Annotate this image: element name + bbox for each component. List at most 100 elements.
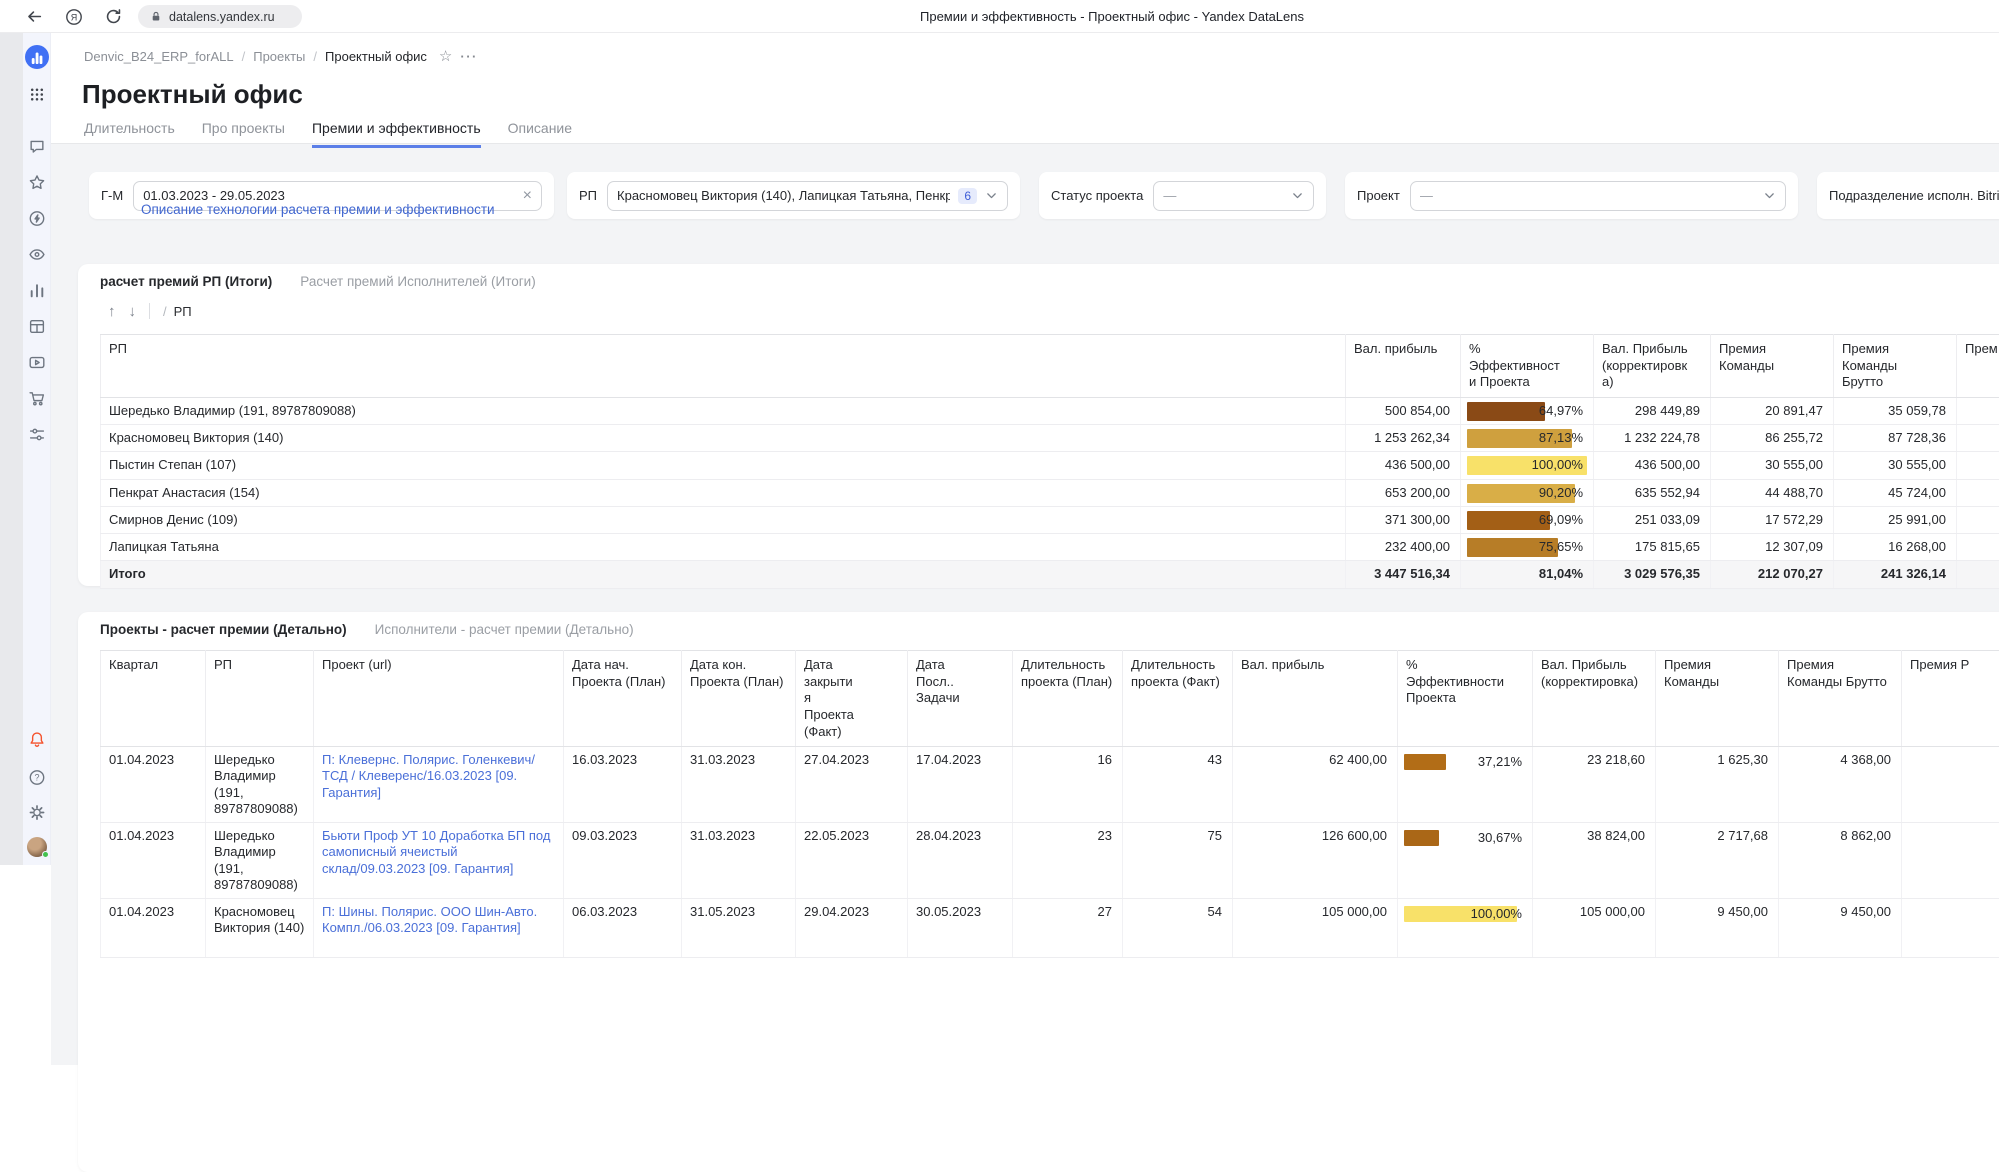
prem-brutto-cell: 45 724,00 bbox=[1834, 479, 1957, 506]
project-cell: П: Клевернс. Полярис. Голенкевич/ ТСД / … bbox=[314, 747, 564, 823]
selected-count-badge: 6 bbox=[958, 188, 977, 204]
lightning-icon[interactable] bbox=[28, 210, 45, 227]
table-icon[interactable] bbox=[28, 318, 45, 335]
detail-column-header[interactable]: Дата Посл.. Задачи bbox=[908, 651, 1013, 747]
breadcrumb-item[interactable]: Проекты bbox=[253, 49, 305, 64]
widget-tab[interactable]: Проекты - расчет премии (Детально) bbox=[100, 622, 347, 637]
window-title: Премии и эффективность - Проектный офис … bbox=[920, 9, 1304, 24]
description-link[interactable]: Описание технологии расчета премии и эфф… bbox=[141, 202, 495, 217]
corr-profit-cell: 175 815,65 bbox=[1594, 534, 1711, 561]
val-profit-cell: 653 200,00 bbox=[1346, 479, 1461, 506]
tab-Премии и эффективность[interactable]: Премии и эффективность bbox=[312, 120, 481, 148]
user-avatar[interactable] bbox=[27, 837, 47, 857]
date-closed-fact-cell: 27.04.2023 bbox=[796, 747, 908, 823]
clear-icon[interactable]: × bbox=[523, 188, 532, 204]
corr-profit-cell: 251 033,09 bbox=[1594, 506, 1711, 533]
tab-Длительность[interactable]: Длительность bbox=[84, 120, 175, 148]
summary-widget-card: расчет премий РП (Итоги) Расчет премий Ис… bbox=[78, 264, 1999, 586]
quarter-cell: 01.04.2023 bbox=[101, 747, 206, 823]
breadcrumb-item[interactable]: Denvic_B24_ERP_forALL bbox=[84, 49, 234, 64]
detail-column-header[interactable]: Проект (url) bbox=[314, 651, 564, 747]
project-link[interactable]: П: Клевернс. Полярис. Голенкевич/ ТСД / … bbox=[322, 752, 535, 800]
datalens-logo[interactable] bbox=[25, 45, 49, 69]
filter-select[interactable]: — bbox=[1153, 181, 1314, 211]
refresh-icon[interactable] bbox=[101, 0, 125, 33]
tab-Про проекты[interactable]: Про проекты bbox=[202, 120, 285, 148]
project-link[interactable]: Бьюти Проф УТ 10 Доработка БП под самопи… bbox=[322, 828, 550, 876]
duration-plan-cell: 23 bbox=[1013, 823, 1123, 899]
widget-tab[interactable]: расчет премий РП (Итоги) bbox=[100, 274, 272, 289]
apps-grid-icon[interactable] bbox=[28, 86, 45, 103]
efficiency-cell: 100,00% bbox=[1461, 452, 1594, 479]
drill-breadcrumb[interactable]: /РП bbox=[163, 304, 192, 319]
duration-plan-cell: 16 bbox=[1013, 747, 1123, 823]
widget-tab[interactable]: Расчет премий Исполнителей (Итоги) bbox=[300, 274, 535, 289]
eye-icon[interactable] bbox=[28, 246, 45, 263]
summary-column-header[interactable]: Вал. Прибыль (корректировк а) bbox=[1594, 335, 1711, 398]
rp-cell: Смирнов Денис (109) bbox=[101, 506, 1346, 533]
summary-column-header[interactable]: % Эффективност и Проекта bbox=[1461, 335, 1594, 398]
back-icon[interactable] bbox=[22, 0, 46, 33]
breadcrumb: Denvic_B24_ERP_forALL/Проекты/Проектный … bbox=[84, 47, 478, 65]
detail-column-header[interactable]: Дата закрыти я Проекта (Факт) bbox=[796, 651, 908, 747]
efficiency-value: 75,65% bbox=[1539, 539, 1583, 555]
help-icon[interactable]: ? bbox=[28, 769, 45, 786]
detail-widget-tabs: Проекты - расчет премии (Детально) Исполн… bbox=[100, 622, 634, 637]
tab-Описание[interactable]: Описание bbox=[508, 120, 572, 148]
filter-label: Г-М bbox=[101, 188, 123, 203]
prem-rp-cell bbox=[1957, 506, 1999, 533]
favorite-star-icon[interactable]: ☆ bbox=[439, 47, 452, 65]
detail-column-header[interactable]: % Эффективности Проекта bbox=[1398, 651, 1533, 747]
detail-column-header[interactable]: Длительность проекта (Факт) bbox=[1123, 651, 1233, 747]
detail-column-header[interactable]: Премия Команды bbox=[1656, 651, 1779, 747]
breadcrumb-item[interactable]: Проектный офис bbox=[325, 49, 427, 64]
more-actions-icon[interactable]: ··· bbox=[460, 49, 478, 64]
detail-column-header[interactable]: Вал. прибыль bbox=[1233, 651, 1398, 747]
project-cell: Бьюти Проф УТ 10 Доработка БП под самопи… bbox=[314, 823, 564, 899]
rp-cell: Красномовец Виктория (140) bbox=[206, 899, 314, 958]
prem-rp-cell bbox=[1957, 425, 1999, 452]
detail-column-header[interactable]: РП bbox=[206, 651, 314, 747]
star-icon[interactable] bbox=[28, 174, 45, 191]
video-icon[interactable] bbox=[28, 354, 45, 371]
chat-icon[interactable] bbox=[28, 138, 45, 155]
date-closed-fact-cell: 29.04.2023 bbox=[796, 899, 908, 958]
summary-column-header[interactable]: РП bbox=[101, 335, 1346, 398]
summary-column-header[interactable]: Прем bbox=[1957, 335, 1999, 398]
filter-card: Подразделение исполн. Bitrix bbox=[1817, 172, 1999, 219]
prem-rp-cell bbox=[1902, 747, 1999, 823]
detail-widget-card: Проекты - расчет премии (Детально) Исполн… bbox=[78, 612, 1999, 1172]
val-profit-cell: 62 400,00 bbox=[1233, 747, 1398, 823]
widget-tab[interactable]: Исполнители - расчет премии (Детально) bbox=[375, 622, 634, 637]
detail-column-header[interactable]: Дата кон. Проекта (План) bbox=[682, 651, 796, 747]
summary-widget-tabs: расчет премий РП (Итоги) Расчет премий Ис… bbox=[100, 274, 536, 289]
breadcrumb-separator: / bbox=[242, 49, 246, 64]
sliders-icon[interactable] bbox=[28, 426, 45, 443]
detail-column-header[interactable]: Длительность проекта (План) bbox=[1013, 651, 1123, 747]
detail-column-header[interactable]: Премия Команды Брутто bbox=[1779, 651, 1902, 747]
address-bar[interactable]: datalens.yandex.ru bbox=[138, 5, 302, 28]
efficiency-bar bbox=[1467, 402, 1545, 421]
drill-down-icon[interactable]: ↓ bbox=[129, 304, 137, 319]
drill-up-icon[interactable]: ↑ bbox=[108, 304, 116, 319]
detail-column-header[interactable]: Премия Р bbox=[1902, 651, 1999, 747]
rp-cell: Красномовец Виктория (140) bbox=[101, 425, 1346, 452]
online-status-dot bbox=[42, 851, 49, 858]
summary-header-row: РПВал. прибыль% Эффективност и ПроектаВа… bbox=[101, 335, 1999, 398]
cart-icon[interactable] bbox=[28, 390, 45, 407]
gear-icon[interactable] bbox=[28, 804, 45, 821]
total-label: Итого bbox=[101, 561, 1346, 588]
summary-column-header[interactable]: Премия Команды bbox=[1711, 335, 1834, 398]
project-link[interactable]: П: Шины. Полярис. ООО Шин-Авто. Компл./0… bbox=[322, 904, 537, 935]
filter-select[interactable]: — bbox=[1410, 181, 1786, 211]
detail-column-header[interactable]: Квартал bbox=[101, 651, 206, 747]
detail-column-header[interactable]: Вал. Прибыль (корректировка) bbox=[1533, 651, 1656, 747]
summary-column-header[interactable]: Премия Команды Брутто bbox=[1834, 335, 1957, 398]
filter-select[interactable]: Красномовец Виктория (140), Лапицкая Тат… bbox=[607, 181, 1008, 211]
summary-column-header[interactable]: Вал. прибыль bbox=[1346, 335, 1461, 398]
chart-icon[interactable] bbox=[28, 282, 45, 299]
bell-icon[interactable] bbox=[28, 731, 45, 748]
efficiency-bar bbox=[1404, 754, 1446, 770]
detail-column-header[interactable]: Дата нач. Проекта (План) bbox=[564, 651, 682, 747]
yandex-profile-icon[interactable]: Я bbox=[62, 0, 86, 33]
